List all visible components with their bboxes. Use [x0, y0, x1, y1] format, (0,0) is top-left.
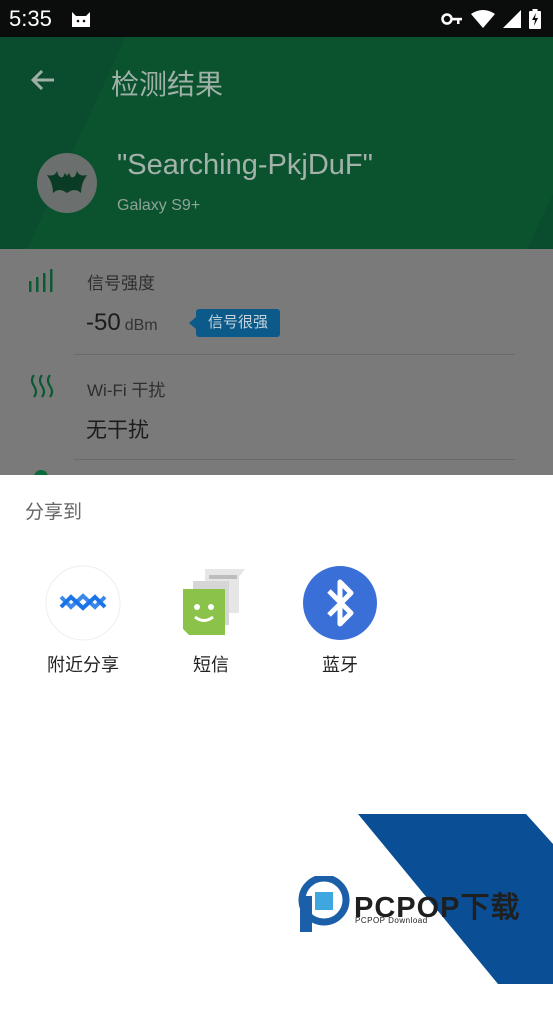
wifi-interference-label: Wi-Fi 干扰 [87, 381, 166, 400]
wifi-interference-value: 无干扰 [86, 419, 149, 442]
watermark-subtitle: PCPOP Download [355, 916, 428, 925]
cell-signal-icon [503, 10, 521, 28]
signal-dbm-number: -50 [86, 309, 121, 336]
bat-icon [47, 171, 87, 193]
app-bar-decoration [9, 37, 553, 249]
network-name: "Searching-PkjDuF" [117, 149, 373, 181]
watermark-logo-icon [298, 876, 350, 932]
divider [74, 354, 515, 355]
share-target-label: 蓝牙 [322, 655, 358, 675]
signal-bars-icon [29, 269, 53, 292]
interference-waves-icon [30, 374, 54, 398]
share-target-label: 短信 [193, 655, 229, 675]
wifi-icon [471, 10, 495, 28]
nearby-share-icon [45, 565, 121, 641]
signal-strength-value: -50 dBm [86, 309, 158, 337]
status-bar: 5:35 [0, 0, 553, 37]
signal-quality-badge: 信号很强 [188, 309, 281, 337]
signal-unit: dBm [124, 317, 158, 334]
key-icon [441, 13, 462, 25]
app-bar: 检测结果 "Searching-PkjDuF" Galaxy S9+ [0, 37, 553, 249]
result-list: 信号强度 -50 dBm 信号很强 Wi-Fi 干扰 无干扰 [0, 249, 553, 475]
router-avatar [37, 153, 97, 213]
cat-icon [72, 12, 90, 27]
messages-icon [173, 565, 249, 641]
share-target-nearby[interactable]: 附近分享 [28, 565, 138, 677]
signal-strength-label: 信号强度 [87, 274, 155, 293]
share-target-bluetooth[interactable]: 蓝牙 [285, 565, 395, 677]
bluetooth-icon [302, 565, 378, 641]
share-target-messages[interactable]: 短信 [156, 565, 266, 677]
device-name: Galaxy S9+ [117, 197, 201, 214]
status-time: 5:35 [9, 6, 52, 31]
divider [74, 459, 515, 460]
back-arrow-icon[interactable] [28, 65, 58, 95]
share-sheet-title: 分享到 [25, 502, 83, 523]
status-icons [441, 9, 541, 29]
share-target-label: 附近分享 [47, 655, 119, 675]
page-title: 检测结果 [111, 69, 224, 100]
battery-charging-icon [529, 9, 541, 29]
